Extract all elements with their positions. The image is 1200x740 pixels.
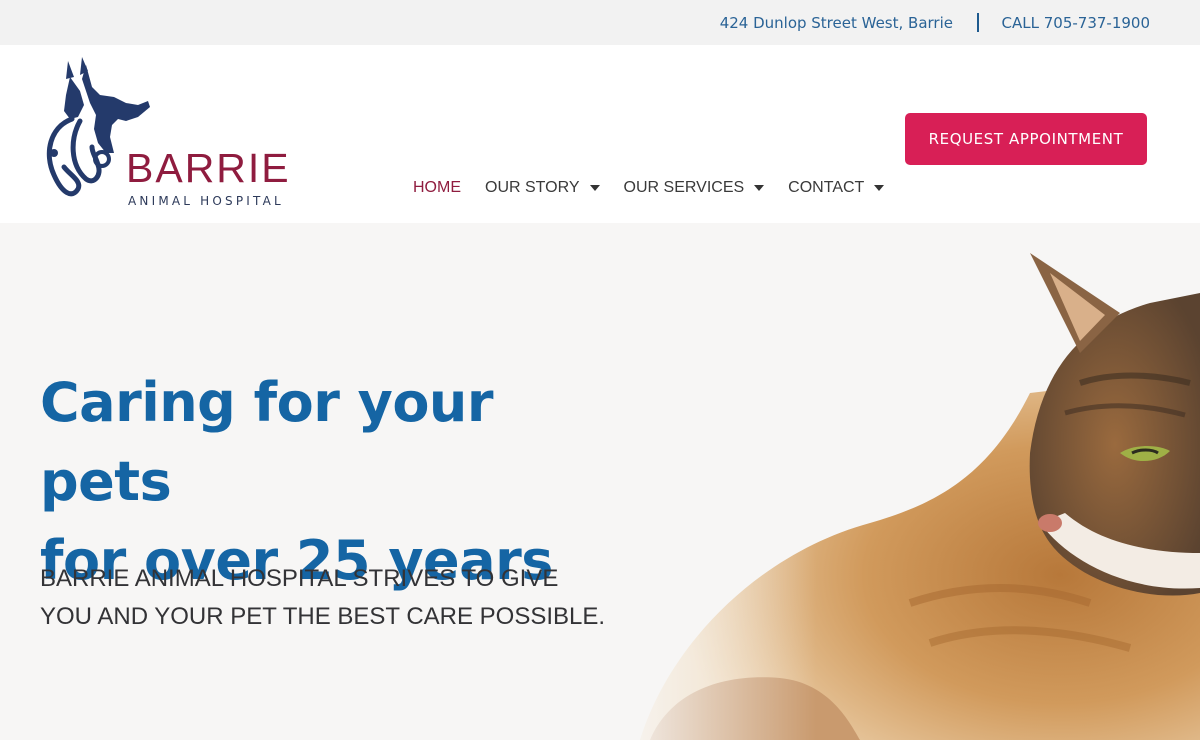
main-nav: HOME OUR STORY OUR SERVICES CONTACT: [413, 177, 908, 199]
hero-tagline: BARRIE ANIMAL HOSPITAL STRIVES TO GIVE Y…: [40, 560, 620, 636]
nav-item-label: OUR STORY: [485, 179, 580, 196]
nav-item-label: OUR SERVICES: [623, 179, 745, 196]
request-appointment-button[interactable]: REQUEST APPOINTMENT: [905, 113, 1147, 165]
tabby-cat-photo: [610, 223, 1200, 740]
hero-tagline-line2: YOU AND YOUR PET THE BEST CARE POSSIBLE.: [40, 603, 606, 630]
phone-link[interactable]: CALL 705-737-1900: [1002, 14, 1150, 32]
top-info-bar: 424 Dunlop Street West, Barrie CALL 705-…: [0, 0, 1200, 45]
caret-down-icon: [754, 185, 765, 191]
address-link[interactable]: 424 Dunlop Street West, Barrie: [720, 14, 953, 32]
site-header: BARRIE ANIMAL HOSPITAL REQUEST APPOINTME…: [0, 45, 1200, 223]
caret-down-icon: [589, 185, 600, 191]
caret-down-icon: [874, 185, 885, 191]
nav-item-our-story[interactable]: OUR STORY: [485, 179, 600, 197]
nav-item-label: CONTACT: [788, 179, 865, 196]
logo-brand-name: BARRIE: [126, 145, 291, 191]
nav-item-our-services[interactable]: OUR SERVICES: [624, 179, 765, 197]
hero-section: Caring for your pets for over 25 years B…: [0, 223, 1200, 740]
topbar-divider: [977, 13, 979, 32]
nav-item-label: HOME: [413, 179, 461, 196]
site-logo[interactable]: BARRIE ANIMAL HOSPITAL: [40, 57, 330, 208]
logo-subtitle: ANIMAL HOSPITAL: [128, 194, 284, 208]
hero-tagline-line1: BARRIE ANIMAL HOSPITAL STRIVES TO GIVE: [40, 565, 559, 592]
nav-item-home[interactable]: HOME: [413, 179, 461, 197]
hero-headline-line1: Caring for your pets: [40, 371, 494, 513]
nav-item-contact[interactable]: CONTACT: [788, 179, 885, 197]
